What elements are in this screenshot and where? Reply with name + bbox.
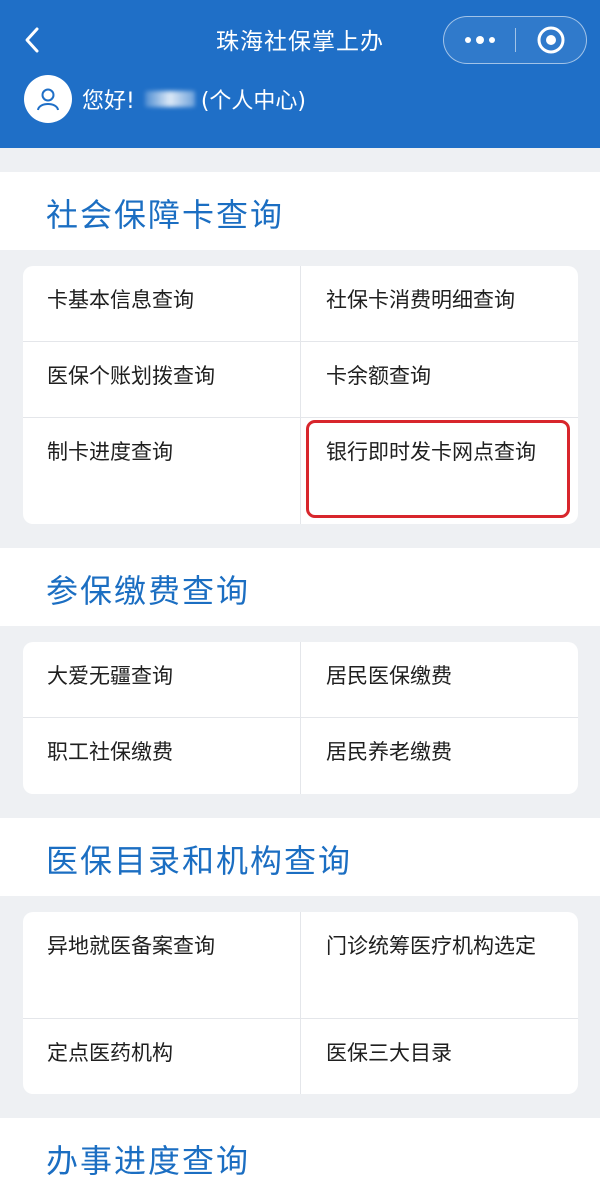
personal-center-link[interactable]: (个人中心) (201, 83, 306, 115)
section-title: 社会保障卡查询 (46, 196, 285, 234)
greeting-text: 您好! (82, 89, 135, 114)
catalog-query-grid: 异地就医备案查询 门诊统筹医疗机构选定 定点医药机构 医保三大目录 (23, 912, 578, 1094)
divider (300, 642, 301, 794)
grid-item[interactable]: 定点医药机构 (23, 1019, 300, 1094)
mini-program-capsule (443, 16, 587, 64)
more-dots-icon (465, 35, 495, 44)
divider (300, 912, 301, 1094)
back-button[interactable] (14, 20, 50, 60)
user-bar[interactable]: 您好! (个人中心) (24, 74, 306, 124)
grid-item[interactable]: 职工社保缴费 (23, 718, 300, 794)
grid-item[interactable]: 制卡进度查询 (23, 418, 300, 524)
close-circle-icon (537, 26, 565, 53)
app-header: 珠海社保掌上办 您好! (个人中心) (0, 0, 600, 148)
section-title: 办事进度查询 (46, 1142, 251, 1180)
highlight-box (306, 420, 570, 518)
user-avatar-icon (24, 75, 72, 123)
more-button[interactable] (444, 17, 516, 62)
grid-item[interactable]: 卡余额查询 (301, 342, 578, 417)
page-title: 珠海社保掌上办 (216, 29, 384, 55)
grid-item[interactable]: 社保卡消费明细查询 (301, 266, 578, 341)
grid-item[interactable]: 卡基本信息查询 (23, 266, 300, 341)
close-button[interactable] (516, 17, 586, 62)
grid-item[interactable]: 居民医保缴费 (301, 642, 578, 717)
grid-item[interactable]: 大爱无疆查询 (23, 642, 300, 717)
divider (300, 266, 301, 524)
section-header-card-query: 社会保障卡查询 (0, 172, 600, 250)
back-arrow-icon (25, 27, 39, 53)
grid-item[interactable]: 医保三大目录 (301, 1019, 578, 1094)
payment-query-grid: 大爱无疆查询 居民医保缴费 职工社保缴费 居民养老缴费 (23, 642, 578, 794)
section-header-progress-query: 办事进度查询 (0, 1118, 600, 1188)
section-title: 参保缴费查询 (46, 572, 251, 610)
grid-item[interactable]: 门诊统筹医疗机构选定 (301, 912, 551, 1018)
section-title: 医保目录和机构查询 (46, 842, 353, 880)
grid-item[interactable]: 医保个账划拨查询 (23, 342, 300, 417)
blurred-username (144, 91, 195, 107)
grid-item[interactable]: 居民养老缴费 (301, 718, 578, 794)
grid-item[interactable]: 异地就医备案查询 (23, 912, 300, 1018)
section-header-payment-query: 参保缴费查询 (0, 548, 600, 626)
section-header-catalog-query: 医保目录和机构查询 (0, 818, 600, 896)
